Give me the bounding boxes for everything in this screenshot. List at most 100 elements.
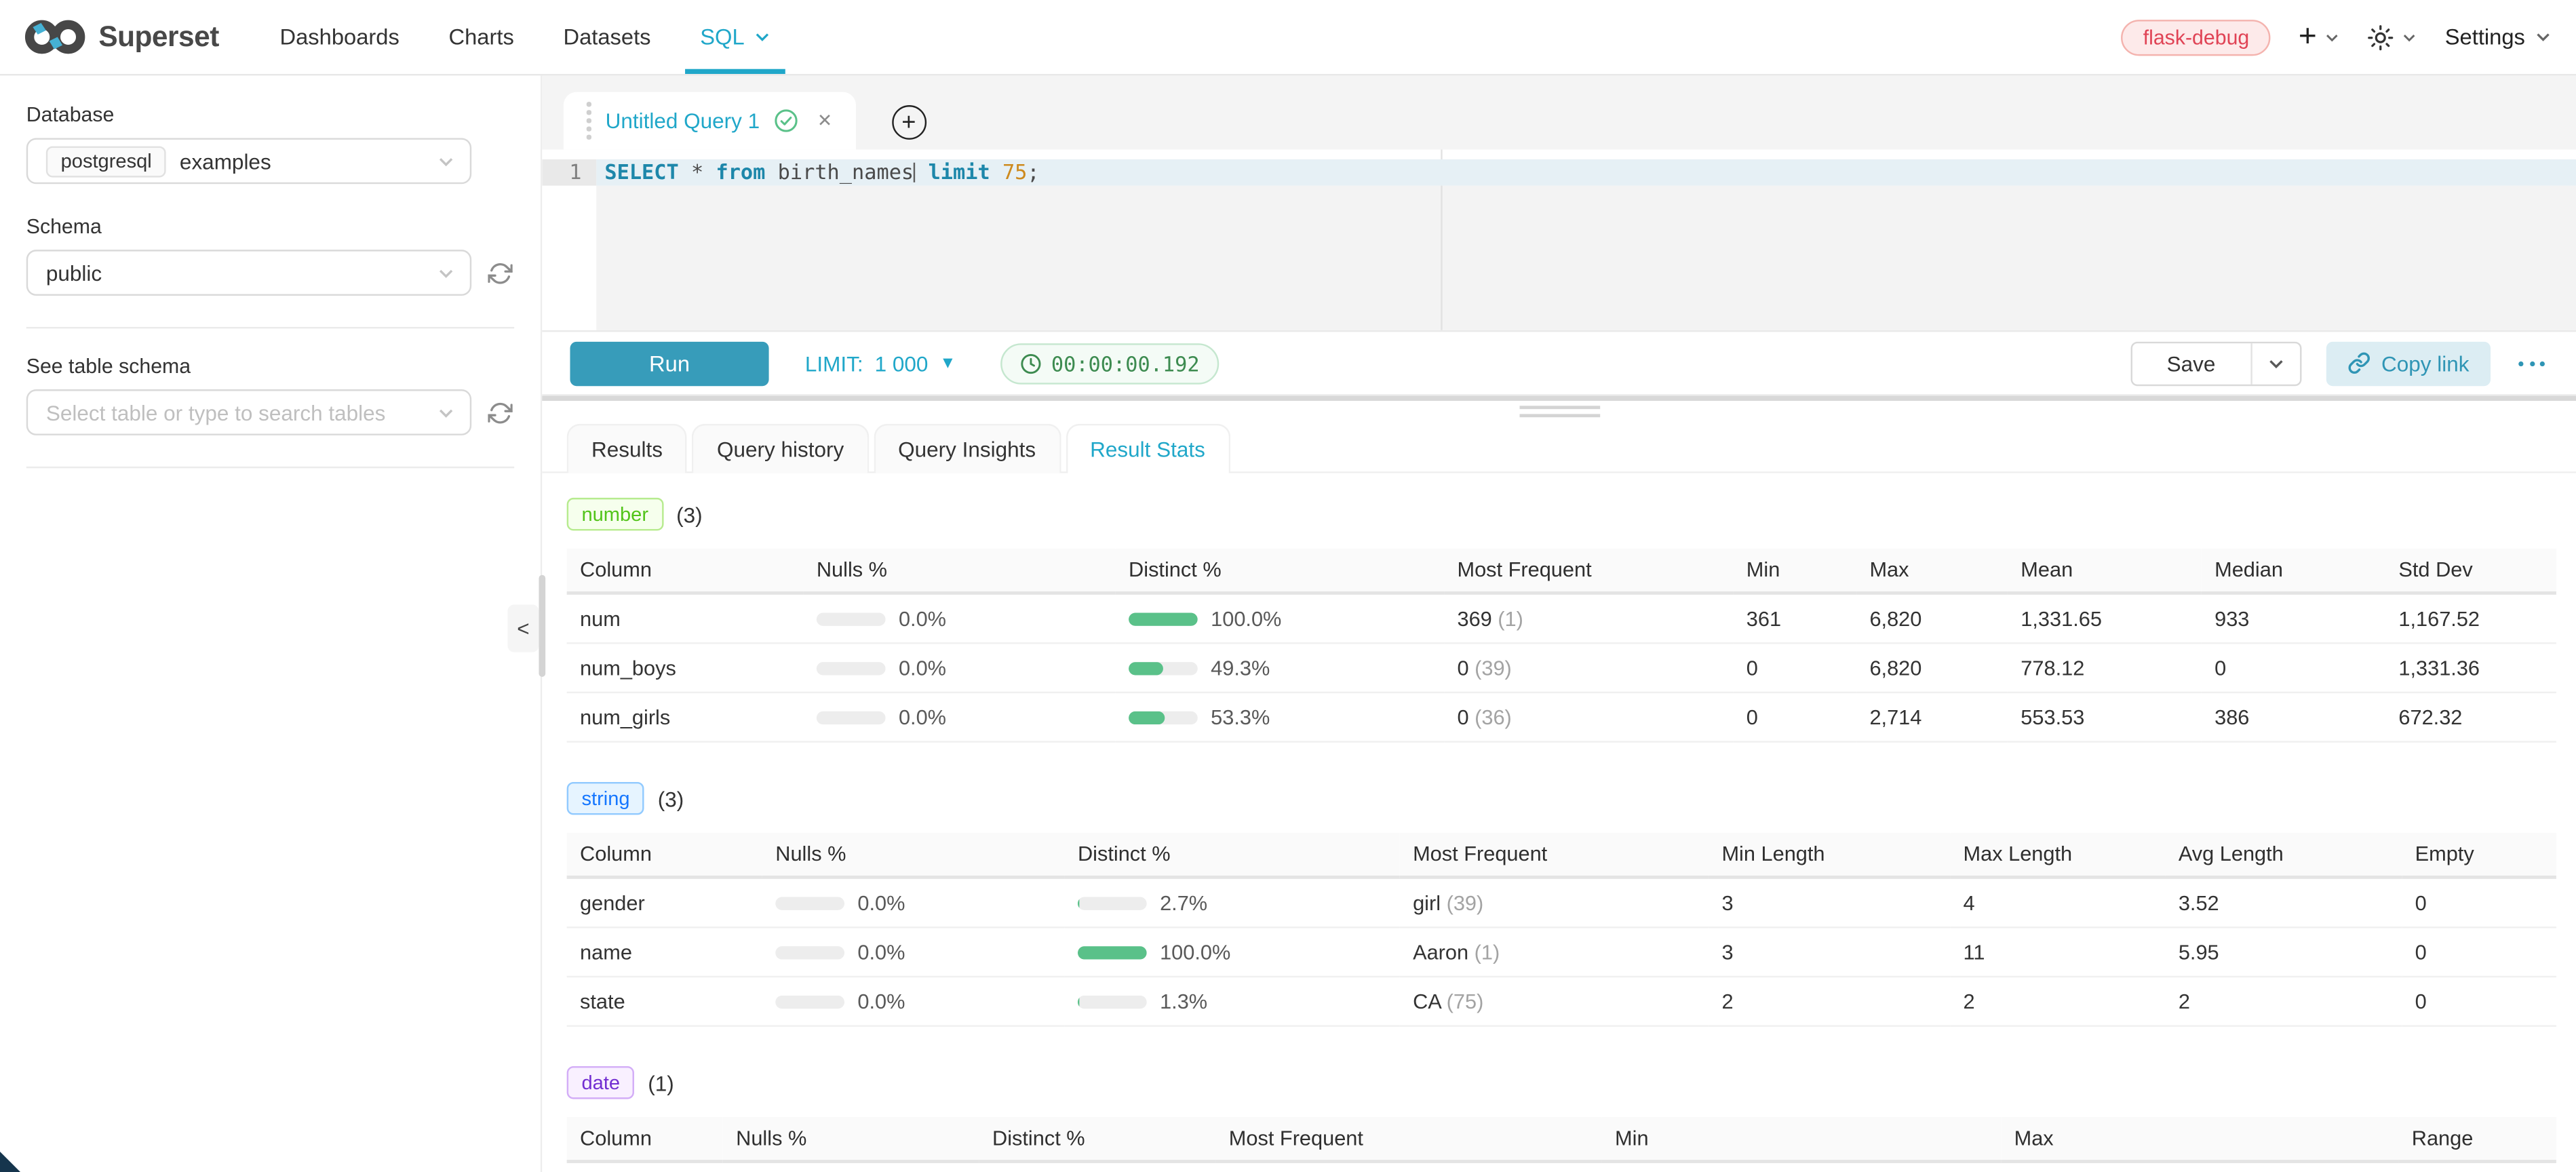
column-name-cell: num <box>567 593 804 643</box>
brand-name: Superset <box>98 20 219 54</box>
stat-value-cell: 553.53 <box>2008 692 2202 742</box>
run-button[interactable]: Run <box>570 341 768 385</box>
query-tab[interactable]: Untitled Query 1 ✕ <box>564 92 855 150</box>
column-header: Nulls % <box>723 1117 979 1161</box>
database-type-tag: postgresql <box>46 145 167 176</box>
sql-token: * <box>691 159 716 184</box>
column-header: Empty <box>2402 833 2556 877</box>
refresh-schema-icon[interactable] <box>488 260 512 285</box>
superset-logo[interactable]: Superset <box>24 0 219 74</box>
tab-result-stats[interactable]: Result Stats <box>1066 424 1230 473</box>
column-header: Max <box>2001 1117 2398 1161</box>
database-select[interactable]: postgresql examples <box>26 138 471 184</box>
limit-label: LIMIT: <box>805 351 863 375</box>
more-actions-button[interactable] <box>2515 354 2548 372</box>
nulls-cell: 0.0% <box>803 593 1115 643</box>
nav-dashboards-label: Dashboards <box>279 24 399 49</box>
schema-select[interactable]: public <box>26 250 471 296</box>
stats-table-date: ColumnNulls %Distinct %Most FrequentMinM… <box>567 1117 2556 1172</box>
percent-bar <box>817 661 886 674</box>
plus-icon: + <box>2299 21 2317 52</box>
navbar: Superset Dashboards Charts Datasets SQL … <box>0 0 2576 75</box>
column-name-cell: num_girls <box>567 692 804 742</box>
chevron-down-icon <box>2325 32 2340 42</box>
mouse-cursor <box>0 1149 23 1172</box>
theme-toggle[interactable] <box>2368 24 2417 50</box>
stat-value-cell: 6,820 <box>1856 593 2008 643</box>
tab-query-history[interactable]: Query history <box>692 424 869 473</box>
copy-link-button[interactable]: Copy link <box>2326 341 2491 385</box>
close-tab-icon[interactable]: ✕ <box>817 110 832 131</box>
column-name-cell: num_boys <box>567 643 804 692</box>
column-header: Column <box>567 1117 723 1161</box>
percent-value: 100.0% <box>1160 941 1230 964</box>
most-frequent-cell: 0 (39) <box>1444 643 1733 692</box>
drag-handle-icon[interactable] <box>587 102 591 139</box>
chevron-down-icon <box>2402 32 2417 42</box>
stat-value-cell: 0 <box>1733 692 1856 742</box>
percent-value: 100.0% <box>1211 607 1281 630</box>
percent-bar <box>817 711 886 724</box>
percent-bar <box>775 896 844 909</box>
chevron-down-icon <box>437 406 455 418</box>
new-item-dropdown[interactable]: + <box>2299 21 2340 52</box>
result-stats-content: number(3)ColumnNulls %Distinct %Most Fre… <box>542 473 2576 1172</box>
percent-value: 0.0% <box>857 891 905 914</box>
save-split-button: Save <box>2130 341 2301 385</box>
collapse-sidebar-button[interactable]: < <box>507 604 539 652</box>
chevron-down-icon <box>2266 357 2284 369</box>
schema-value: public <box>46 260 102 285</box>
settings-menu[interactable]: Settings <box>2445 24 2552 49</box>
stat-value-cell: 5.95 <box>2165 927 2402 977</box>
editor-toolbar: Run LIMIT: 1 000 ▼ 00:00:00.192 Save <box>542 330 2576 396</box>
column-header: Distinct % <box>979 1117 1216 1161</box>
table-select[interactable]: Select table or type to search tables <box>26 389 471 435</box>
nav-datasets[interactable]: Datasets <box>539 0 676 74</box>
panel-splitter[interactable] <box>542 396 2576 401</box>
nulls-cell: 0.0% <box>803 692 1115 742</box>
column-header: Min <box>1733 549 1856 593</box>
most-frequent-cell: girl (39) <box>1400 877 1709 927</box>
sql-editor[interactable]: 1 SELECT * from birth_names limit 75; <box>542 149 2576 330</box>
table-select-placeholder: Select table or type to search tables <box>46 400 386 425</box>
sidebar-resize-grip[interactable] <box>539 575 545 677</box>
nav-charts[interactable]: Charts <box>424 0 539 74</box>
table-row: num_boys0.0%49.3%0 (39)06,820778.1201,33… <box>567 643 2556 692</box>
nav-sql[interactable]: SQL <box>676 0 796 74</box>
refresh-tables-icon[interactable] <box>488 400 512 425</box>
limit-dropdown[interactable]: LIMIT: 1 000 ▼ <box>805 351 956 375</box>
stat-value-cell: 386 <box>2202 692 2385 742</box>
query-tab-title: Untitled Query 1 <box>606 109 760 133</box>
tab-results[interactable]: Results <box>567 424 688 473</box>
stat-value-cell: 4 <box>1950 877 2165 927</box>
nulls-cell: 0.0% <box>762 977 1065 1026</box>
column-header: Median <box>2202 549 2385 593</box>
nav-dashboards[interactable]: Dashboards <box>255 0 424 74</box>
chevron-down-icon <box>437 267 455 279</box>
percent-bar <box>1129 612 1198 625</box>
most-frequent-cell: CA (75) <box>1400 977 1709 1026</box>
column-header: Most Frequent <box>1444 549 1733 593</box>
sql-token: limit <box>929 159 1002 184</box>
table-row: gender0.0%2.7%girl (39)343.520 <box>567 877 2556 927</box>
column-header: Nulls % <box>803 549 1115 593</box>
splitter-drag-handle[interactable] <box>1519 406 1599 421</box>
tab-query-insights[interactable]: Query Insights <box>874 424 1061 473</box>
column-name-cell: gender <box>567 877 762 927</box>
sql-lab-main: Untitled Query 1 ✕ + 1 SELECT * from bir… <box>542 75 2576 1172</box>
stats-section-string: string(3)ColumnNulls %Distinct %Most Fre… <box>567 782 2556 1027</box>
most-frequent-cell: 0 (36) <box>1444 692 1733 742</box>
limit-value: 1 000 <box>875 351 929 375</box>
stat-value-cell: 11 <box>1950 927 2165 977</box>
stat-value-cell: 2 <box>1709 977 1950 1026</box>
distinct-cell: 53.3% <box>1116 692 1444 742</box>
save-options-button[interactable] <box>2252 343 2299 384</box>
stats-table-number: ColumnNulls %Distinct %Most FrequentMinM… <box>567 549 2556 743</box>
stat-value-cell: 1965-01-01T03:00:00.000Z <box>2001 1161 2398 1172</box>
column-header: Mean <box>2008 549 2202 593</box>
distinct-cell: 1.3% <box>979 1161 1216 1172</box>
save-button[interactable]: Save <box>2132 343 2250 384</box>
add-tab-button[interactable]: + <box>891 105 926 140</box>
nulls-cell: 0.0% <box>762 877 1065 927</box>
percent-value: 0.0% <box>899 705 946 728</box>
